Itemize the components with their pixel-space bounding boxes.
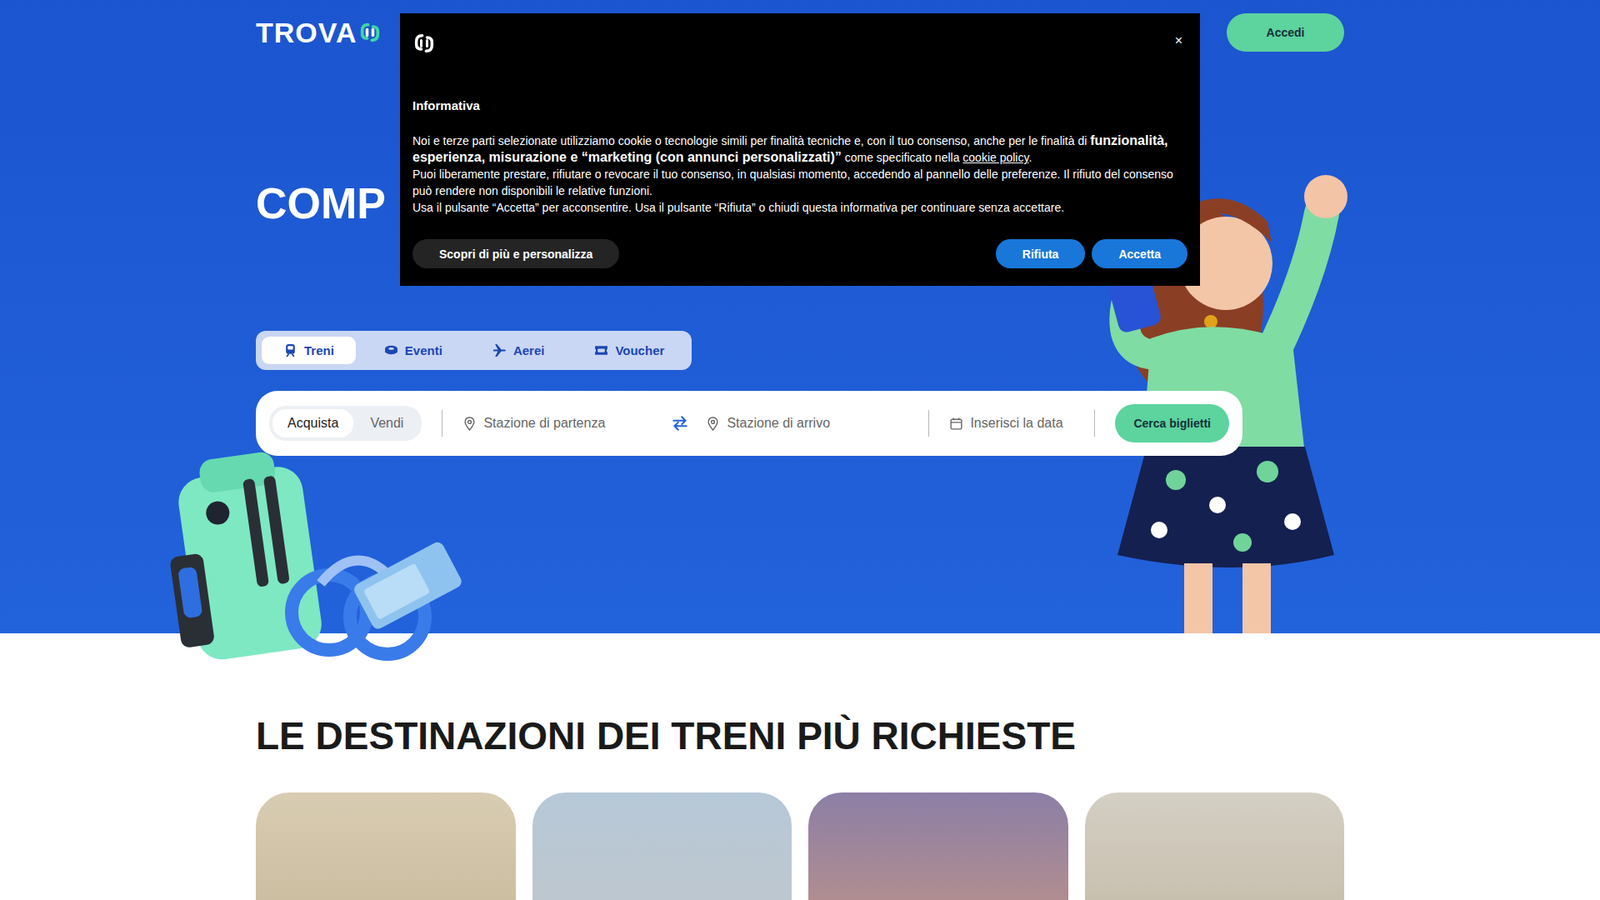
destination-card[interactable] <box>808 792 1069 900</box>
paragraph-text: Puoi liberamente prestare, rifiutare o r… <box>412 167 1174 198</box>
category-tab-label: Eventi <box>405 343 443 358</box>
category-tabs: Treni Eventi Aerei Voucher <box>255 330 692 370</box>
destination-cards <box>255 792 1345 900</box>
backpack-illustration-icon <box>154 445 475 675</box>
swap-icon <box>670 414 690 433</box>
separator <box>441 410 443 437</box>
cookie-button[interactable]: Accetta <box>1091 239 1188 269</box>
calendar-icon <box>949 416 964 431</box>
date-placeholder: Inserisci la data <box>970 415 1063 431</box>
search-button[interactable]: Cerca biglietti <box>1115 404 1230 443</box>
cookie-paragraph: Usa il pulsante “Accetta” per acconsenti… <box>412 199 1188 216</box>
category-tab[interactable]: Voucher <box>572 336 686 365</box>
close-button[interactable]: × <box>1170 31 1188 50</box>
pin-icon <box>462 416 477 431</box>
cookie-dialog-header: × <box>412 31 1188 55</box>
destination-card[interactable] <box>1085 792 1345 900</box>
paragraph-text: . <box>1028 150 1032 165</box>
mode-toggle: AcquistaVendi <box>269 405 422 441</box>
category-tab[interactable]: Aerei <box>470 336 567 365</box>
destination-card[interactable] <box>532 792 793 900</box>
hero-title: COMP <box>255 176 386 230</box>
category-tab-label: Aerei <box>513 343 545 358</box>
section-title: LE DESTINAZIONI DEI TRENI PIÙ RICHIESTE <box>255 712 1345 760</box>
search-bar: AcquistaVendi Stazione di partenza Stazion… <box>255 390 1243 456</box>
date-field[interactable]: Inserisci la data <box>949 415 1075 431</box>
arrival-placeholder: Stazione di arrivo <box>726 415 830 431</box>
cookie-button[interactable]: Rifiuta <box>995 239 1086 269</box>
category-tab[interactable]: Treni <box>261 336 356 365</box>
link-logo-icon <box>412 31 436 55</box>
cookie-dialog-body: Noi e terze parti selezionate utilizziam… <box>412 132 1188 216</box>
link-logo-icon <box>358 20 382 45</box>
plane-icon <box>492 343 507 358</box>
destinations-section: LE DESTINAZIONI DEI TRENI PIÙ RICHIESTE <box>255 633 1345 900</box>
departure-placeholder: Stazione di partenza <box>483 415 605 431</box>
swap-button[interactable] <box>667 410 693 436</box>
paragraph-text: Noi e terze parti selezionate utilizziam… <box>412 134 1090 148</box>
cookie-paragraph: Puoi liberamente prestare, rifiutare o r… <box>412 165 1188 200</box>
train-icon <box>283 343 298 358</box>
category-tab[interactable]: Eventi <box>362 336 465 365</box>
cookie-button[interactable]: Scopri di più e personalizza <box>412 239 620 269</box>
mode-option[interactable]: Vendi <box>355 409 419 438</box>
logo[interactable]: TROVA <box>255 16 382 50</box>
voucher-icon <box>594 343 609 358</box>
cookie-dialog: × Informativa Noi e terze parti selezionat… <box>400 13 1200 286</box>
arrival-field[interactable]: Stazione di arrivo <box>705 415 909 431</box>
cookie-policy-link[interactable]: cookie policy <box>962 150 1029 165</box>
pin-icon <box>705 416 720 431</box>
separator <box>1094 410 1095 437</box>
cookie-paragraph: Noi e terze parti selezionate utilizziam… <box>412 132 1188 166</box>
separator <box>928 410 930 437</box>
paragraph-text: come specificato nella <box>841 150 964 165</box>
departure-field[interactable]: Stazione di partenza <box>462 415 655 431</box>
mode-option[interactable]: Acquista <box>272 409 354 438</box>
logo-text: TROVA <box>255 16 357 50</box>
category-tab-label: Treni <box>304 343 335 358</box>
cookie-dialog-title: Informativa <box>412 98 1188 113</box>
category-tab-label: Voucher <box>615 343 665 358</box>
page: TROVA Accedi COMP Treni Eventi Aerei Voucher Ac… <box>0 0 1600 900</box>
login-button[interactable]: Accedi <box>1226 13 1345 52</box>
paragraph-text: Usa il pulsante “Accetta” per acconsenti… <box>412 200 1065 215</box>
cookie-dialog-actions: Scopri di più e personalizza RifiutaAccet… <box>412 239 1188 269</box>
event-icon <box>384 343 399 358</box>
destination-card[interactable] <box>255 792 516 900</box>
